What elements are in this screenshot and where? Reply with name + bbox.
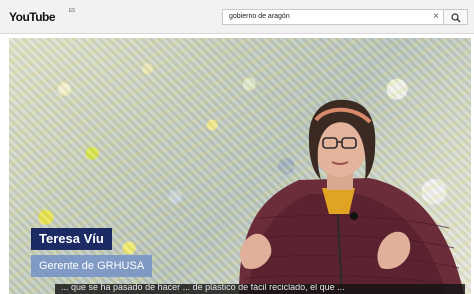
search-query: gobierno de aragón [229,13,290,20]
youtube-logo[interactable]: YouTube ES [9,8,75,24]
search-button[interactable] [444,9,468,25]
youtube-header: YouTube ES gobierno de aragón × [0,0,474,34]
speaker-name-tag: Teresa Víu [31,228,112,250]
search-input[interactable]: gobierno de aragón × [222,9,444,25]
region-code: ES [69,8,75,14]
logo-text: YouTube [9,10,56,24]
subtitle-bar: ... que se ha pasado de hacer ... de plá… [55,284,465,294]
search-icon [451,13,461,23]
speaker-role-tag: Gerente de GRHUSA [31,255,153,277]
close-icon[interactable]: × [433,11,439,23]
video-player[interactable]: Teresa Víu Gerente de GRHUSA ... que se … [9,38,471,294]
subtitle-text: ... que se ha pasado de hacer ... de plá… [61,284,345,292]
